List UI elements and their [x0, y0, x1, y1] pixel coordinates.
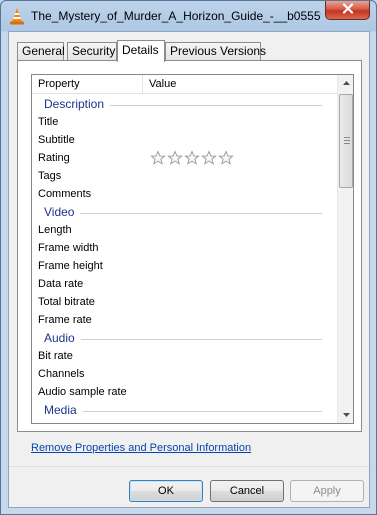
group-label: Audio [44, 329, 81, 347]
star-outline-icon[interactable] [167, 150, 183, 166]
property-list[interactable]: Property Value Description Title Subtitl… [31, 74, 354, 424]
tab-security[interactable]: Security [67, 42, 117, 61]
property-label: Rating [38, 152, 70, 164]
property-row-length[interactable]: Length [32, 221, 338, 239]
property-label: Bit rate [38, 350, 73, 362]
list-header: Property Value [32, 75, 338, 94]
vertical-scrollbar[interactable] [337, 75, 353, 423]
properties-window: The_Mystery_of_Murder_A_Horizon_Guide_-_… [0, 0, 377, 515]
group-description[interactable]: Description [32, 95, 338, 113]
details-panel: Property Value Description Title Subtitl… [17, 60, 362, 432]
group-audio[interactable]: Audio [32, 329, 338, 347]
close-button[interactable] [325, 1, 370, 20]
scroll-up-button[interactable] [338, 75, 353, 91]
property-row-rating[interactable]: Rating [32, 149, 338, 167]
property-label: Title [38, 116, 59, 128]
column-header-value[interactable]: Value [143, 75, 338, 94]
ok-button[interactable]: OK [129, 480, 203, 502]
property-row-channels[interactable]: Channels [32, 365, 338, 383]
star-outline-icon[interactable] [150, 150, 166, 166]
property-row-frame-rate[interactable]: Frame rate [32, 311, 338, 329]
group-label: Video [44, 203, 81, 221]
property-label: Total bitrate [38, 296, 95, 308]
group-label: Media [44, 401, 83, 419]
property-label: Tags [38, 170, 62, 182]
apply-button[interactable]: Apply [290, 480, 364, 502]
button-bar-divider [9, 466, 369, 467]
property-row-frame-width[interactable]: Frame width [32, 239, 338, 257]
property-rows: Description Title Subtitle Rating Tags C… [32, 95, 338, 419]
column-header-property[interactable]: Property [32, 75, 142, 94]
group-divider-line [44, 411, 322, 412]
group-label: Description [44, 95, 111, 113]
property-row-comments[interactable]: Comments [32, 185, 338, 203]
property-row-audio-sample-rate[interactable]: Audio sample rate [32, 383, 338, 401]
rating-stars[interactable] [150, 150, 234, 166]
property-label: Length [38, 224, 72, 236]
group-divider-line [44, 339, 322, 340]
remove-properties-link[interactable]: Remove Properties and Personal Informati… [31, 442, 251, 454]
scroll-down-button[interactable] [338, 407, 353, 423]
tab-details[interactable]: Details [117, 40, 165, 62]
grip-line [344, 140, 350, 141]
property-row-subtitle[interactable]: Subtitle [32, 131, 338, 149]
property-row-frame-height[interactable]: Frame height [32, 257, 338, 275]
grip-line [344, 137, 350, 138]
property-row-bit-rate[interactable]: Bit rate [32, 347, 338, 365]
property-row-tags[interactable]: Tags [32, 167, 338, 185]
group-media[interactable]: Media [32, 401, 338, 419]
star-outline-icon[interactable] [201, 150, 217, 166]
property-label: Audio sample rate [38, 386, 127, 398]
close-icon [342, 3, 354, 17]
arrow-up-icon [342, 81, 350, 85]
property-label: Comments [38, 188, 92, 200]
property-label: Subtitle [38, 134, 75, 146]
dialog-body: General Security Details Previous Versio… [8, 31, 370, 508]
group-divider-line [44, 213, 322, 214]
star-outline-icon[interactable] [218, 150, 234, 166]
arrow-down-icon [342, 413, 350, 417]
property-label: Data rate [38, 278, 84, 290]
window-title: The_Mystery_of_Murder_A_Horizon_Guide_-_… [31, 9, 321, 23]
group-video[interactable]: Video [32, 203, 338, 221]
property-row-title[interactable]: Title [32, 113, 338, 131]
vlc-cone-icon [9, 7, 25, 25]
title-bar[interactable]: The_Mystery_of_Murder_A_Horizon_Guide_-_… [1, 1, 376, 31]
property-label: Frame width [38, 242, 99, 254]
property-label: Channels [38, 368, 85, 380]
property-label: Frame rate [38, 314, 92, 326]
tab-previous-versions[interactable]: Previous Versions [165, 42, 266, 61]
property-row-data-rate[interactable]: Data rate [32, 275, 338, 293]
property-label: Frame height [38, 260, 103, 272]
cancel-button[interactable]: Cancel [210, 480, 284, 502]
grip-line [344, 143, 350, 144]
scrollbar-thumb[interactable] [339, 94, 353, 188]
property-row-total-bitrate[interactable]: Total bitrate [32, 293, 338, 311]
tab-general[interactable]: General [17, 42, 65, 61]
star-outline-icon[interactable] [184, 150, 200, 166]
